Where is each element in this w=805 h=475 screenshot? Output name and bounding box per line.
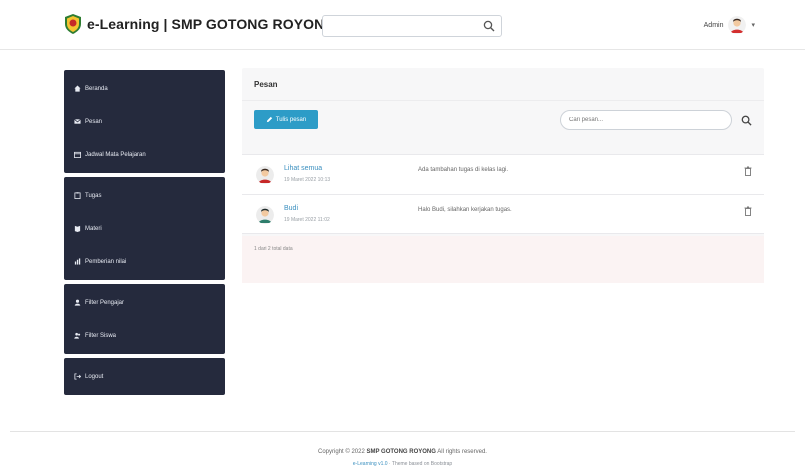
trash-icon[interactable]: [744, 166, 752, 176]
footer-version-link[interactable]: e-Learning v1.0: [353, 461, 388, 467]
sender-avatar-icon: [256, 166, 274, 184]
users-icon: [74, 332, 81, 339]
user-icon: [74, 299, 81, 306]
calendar-icon: [74, 151, 81, 158]
sidebar-item-label: Logout: [85, 373, 104, 380]
search-icon[interactable]: [741, 115, 752, 126]
message-search: [560, 110, 756, 130]
list-item[interactable]: Lihat semua 19 Maret 2022 10:13 Ada tamb…: [242, 154, 764, 194]
sidebar-item-logout[interactable]: Logout: [64, 360, 225, 393]
new-message-label: Tulis pesan: [275, 116, 307, 123]
sidebar-item-label: Materi: [85, 225, 102, 232]
sidebar-item-pesan[interactable]: Pesan: [64, 105, 225, 138]
copyright-suffix: All rights reserved.: [437, 449, 487, 455]
search-icon[interactable]: [483, 20, 495, 32]
header-search: [322, 15, 502, 37]
clipboard-icon: [74, 192, 81, 199]
footer-copyright: Copyright © 2022 SMP GOTONG ROYONG All r…: [0, 449, 805, 455]
footer-credits: e-Learning v1.0 · Theme based on Bootstr…: [0, 461, 805, 467]
chart-icon: [74, 258, 81, 265]
sidebar-item-label: Filter Siswa: [85, 332, 117, 339]
sidebar-item-label: Filter Pengajar: [85, 299, 125, 306]
sidebar-item-filter-pengajar[interactable]: Filter Pengajar: [64, 286, 225, 319]
footer-credits-text: · Theme based on Bootstrap: [388, 461, 453, 467]
pagination-info: 1 dari 2 total data: [242, 236, 764, 283]
top-navbar: e-Learning | SMP GOTONG ROYONG Admin ▾: [0, 0, 805, 50]
record-count: 1 dari 2 total data: [254, 246, 293, 252]
message-preview: Halo Budi, silahkan kerjakan tugas.: [418, 207, 512, 213]
sidebar-item-tugas[interactable]: Tugas: [64, 179, 225, 212]
sidebar-item-label: Beranda: [85, 85, 108, 92]
sidebar-item-jadwal[interactable]: Jadwal Mata Pelajaran: [64, 138, 225, 171]
footer-divider: [10, 431, 795, 432]
sidebar-group-filter: Filter Pengajar Filter Siswa: [64, 284, 225, 354]
pencil-icon: [266, 116, 272, 123]
sidebar-item-filter-siswa[interactable]: Filter Siswa: [64, 319, 225, 352]
sidebar-group-main: Beranda Pesan Jadwal Mata Pelajaran: [64, 70, 225, 173]
list-item[interactable]: Budi 19 Maret 2022 11:02 Halo Budi, sila…: [242, 194, 764, 234]
sidebar: Beranda Pesan Jadwal Mata Pelajaran Tuga…: [64, 70, 225, 399]
trash-icon[interactable]: [744, 206, 752, 216]
copyright-org: SMP GOTONG ROYONG: [366, 449, 436, 455]
sender-avatar-icon: [256, 206, 274, 224]
sidebar-item-beranda[interactable]: Beranda: [64, 72, 225, 105]
sidebar-item-materi[interactable]: Materi: [64, 212, 225, 245]
sender-name[interactable]: Lihat semua: [284, 165, 322, 172]
message-date: 19 Maret 2022 10:13: [284, 177, 331, 183]
logout-icon: [74, 373, 81, 380]
new-message-button[interactable]: Tulis pesan: [254, 110, 318, 129]
page-title: Pesan: [254, 80, 278, 89]
sidebar-item-nilai[interactable]: Pemberian nilai: [64, 245, 225, 278]
user-menu[interactable]: Admin ▾: [704, 16, 755, 34]
sidebar-item-label: Pesan: [85, 118, 103, 125]
user-name: Admin: [703, 21, 724, 29]
book-icon: [74, 225, 81, 232]
messages-panel: Pesan Tulis pesan Lihat semua 19 Maret 2…: [242, 68, 764, 283]
home-icon: [74, 85, 81, 92]
message-preview: Ada tambahan tugas di kelas lagi.: [418, 167, 509, 173]
message-list: Lihat semua 19 Maret 2022 10:13 Ada tamb…: [242, 154, 764, 234]
brand[interactable]: e-Learning | SMP GOTONG ROYONG: [64, 14, 335, 34]
divider: [242, 100, 764, 101]
copyright-prefix: Copyright © 2022: [318, 449, 365, 455]
sidebar-group-learning: Tugas Materi Pemberian nilai: [64, 177, 225, 280]
brand-title: e-Learning | SMP GOTONG ROYONG: [87, 16, 336, 32]
sidebar-group-account: Logout: [64, 358, 225, 395]
message-date: 19 Maret 2022 11:02: [284, 217, 330, 223]
envelope-icon: [74, 119, 81, 124]
user-avatar-icon: [728, 16, 747, 34]
school-logo-icon: [65, 14, 81, 34]
header-search-input[interactable]: [327, 18, 477, 34]
sidebar-item-label: Pemberian nilai: [85, 258, 127, 265]
message-search-input[interactable]: [560, 110, 732, 130]
sidebar-item-label: Jadwal Mata Pelajaran: [85, 151, 146, 158]
chevron-down-icon[interactable]: ▾: [751, 21, 755, 29]
sidebar-item-label: Tugas: [85, 192, 102, 199]
sender-name[interactable]: Budi: [284, 205, 298, 212]
